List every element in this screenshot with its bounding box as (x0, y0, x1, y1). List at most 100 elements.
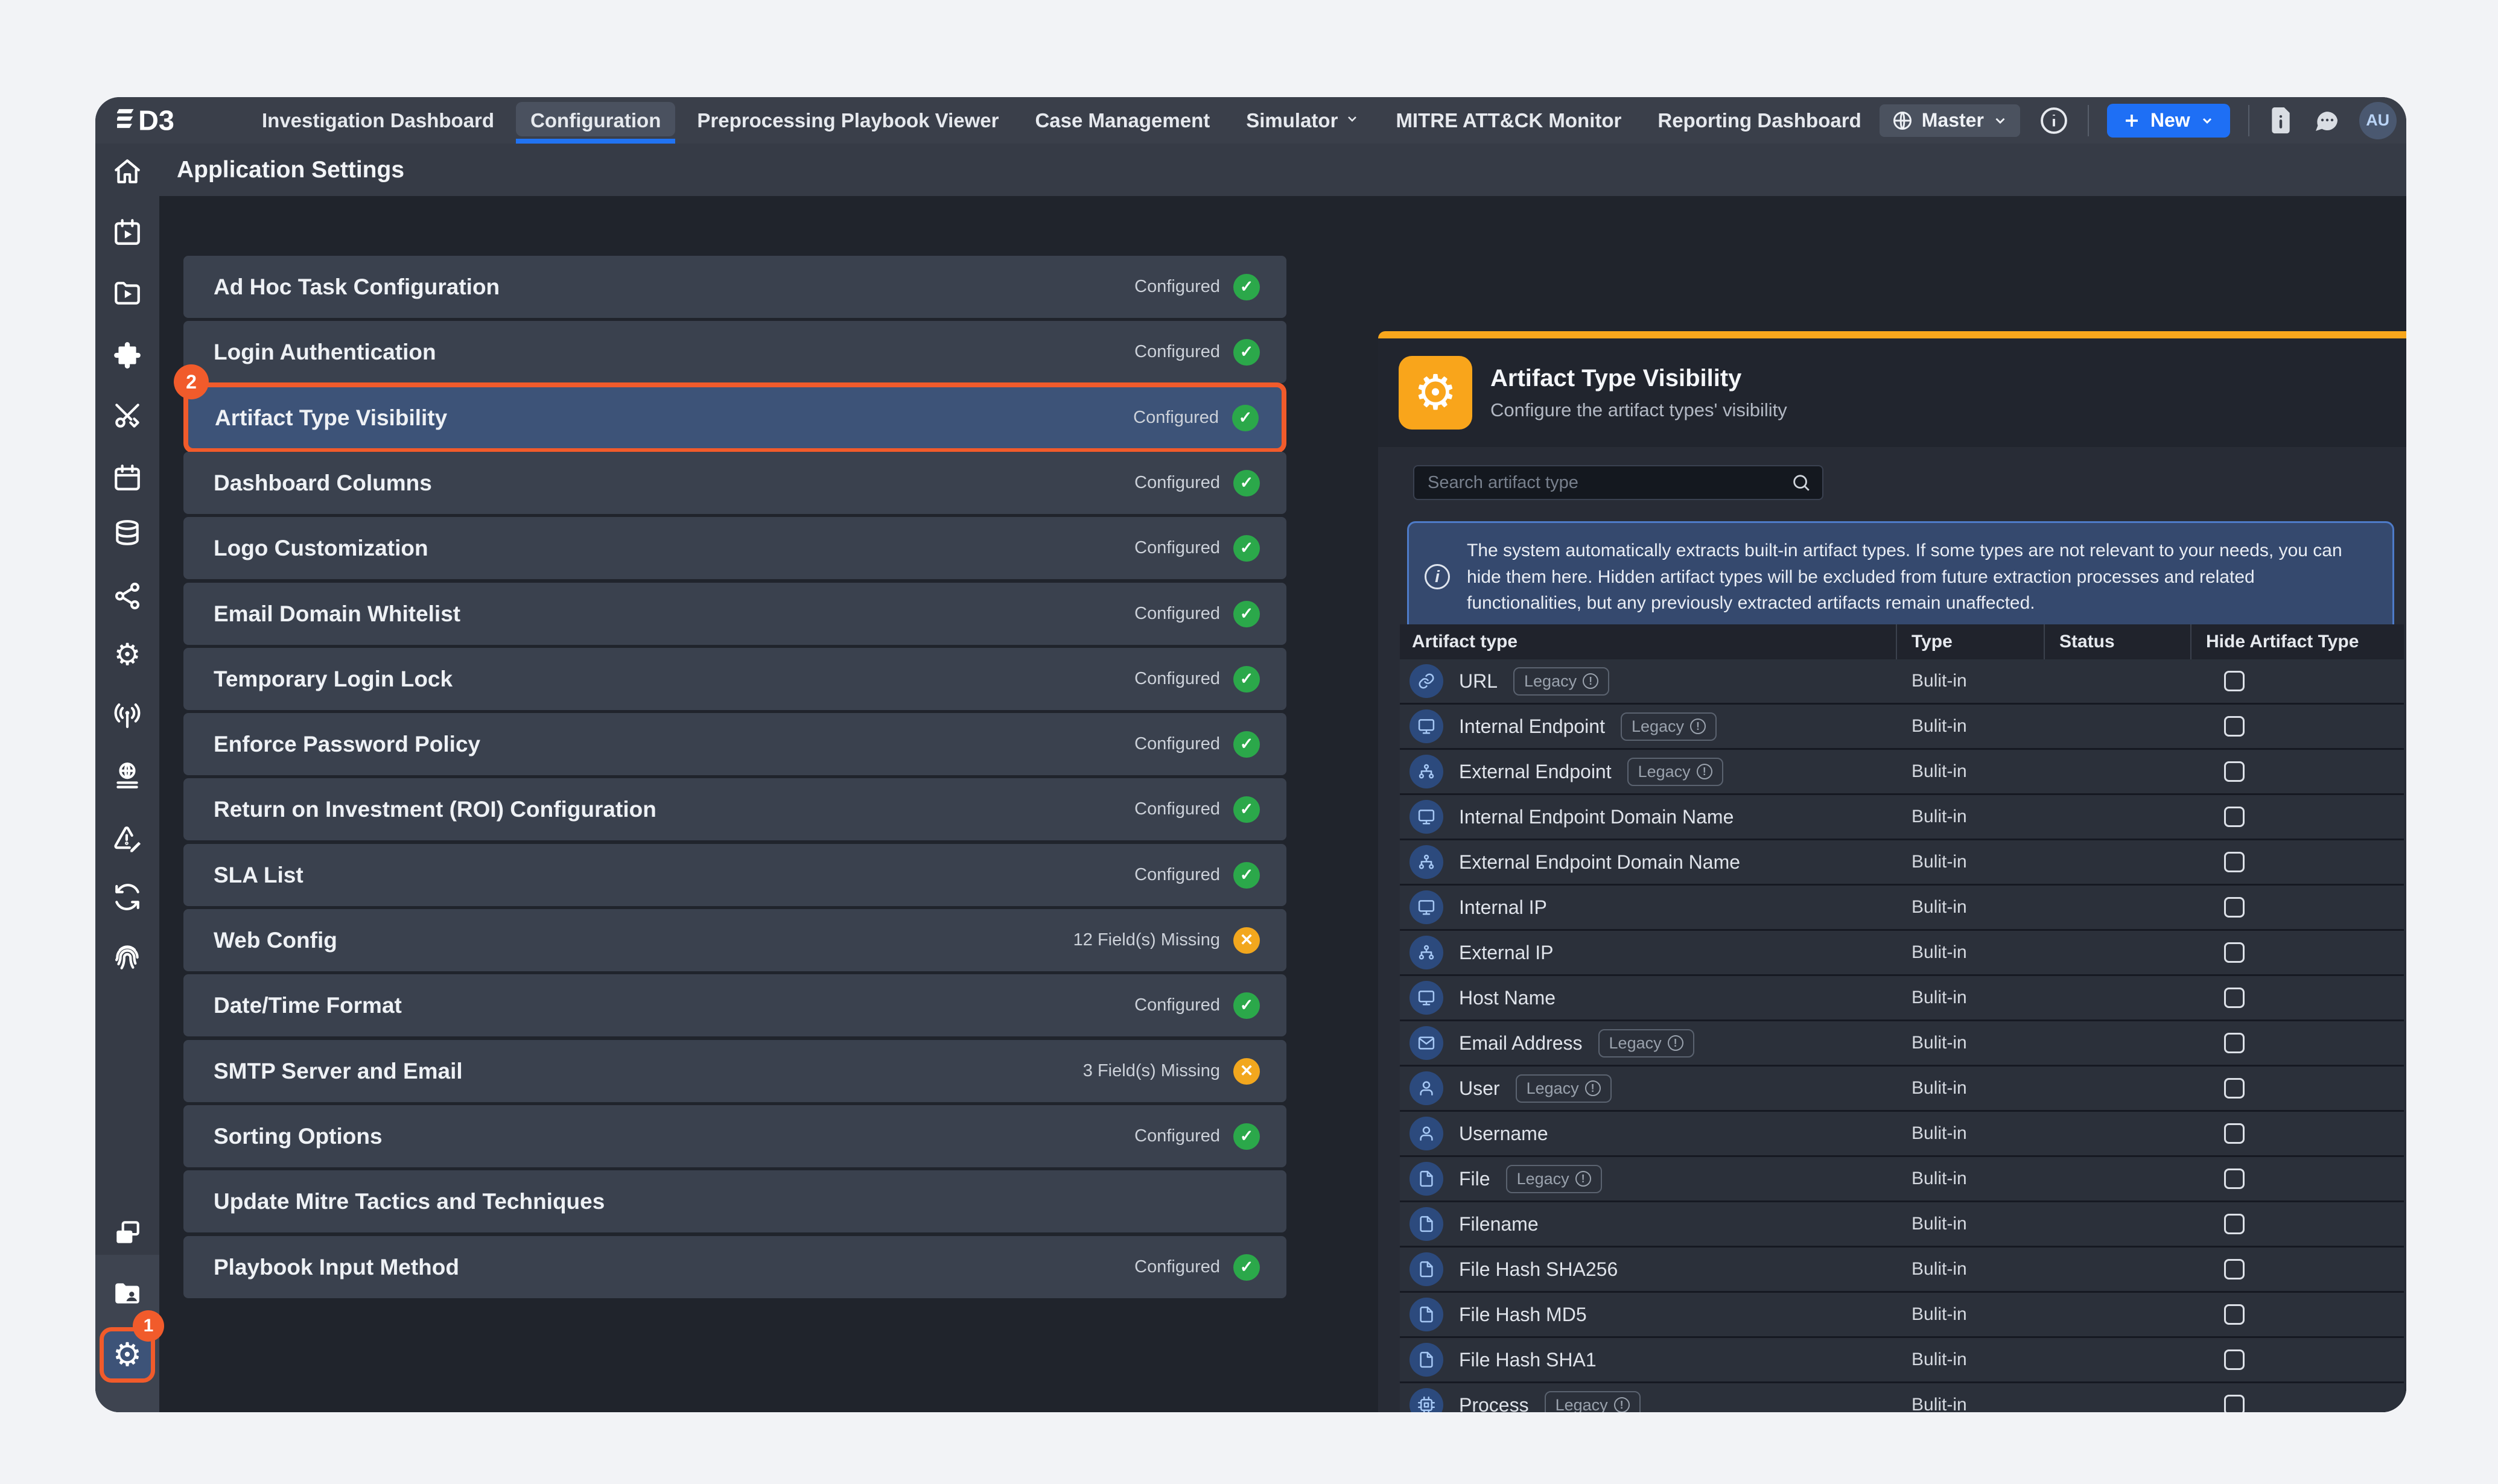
status-text: Configured (1134, 538, 1220, 558)
legacy-info-icon[interactable]: ! (1697, 764, 1712, 779)
settings-item-ad-hoc-task-configuration[interactable]: Ad Hoc Task ConfigurationConfigured✓ (183, 256, 1286, 318)
hide-artifact-checkbox[interactable] (2224, 716, 2245, 737)
hide-artifact-checkbox[interactable] (2224, 671, 2245, 691)
tab-investigation-dashboard[interactable]: Investigation Dashboard (244, 97, 512, 144)
app-window: D3 Investigation DashboardConfigurationP… (95, 97, 2406, 1412)
sidebar-item-connections[interactable] (112, 581, 142, 611)
artifact-type-kind: Bulit-in (1896, 1078, 2044, 1099)
sidebar-item-file-manager[interactable] (112, 1278, 142, 1308)
tab-case-management[interactable]: Case Management (1017, 97, 1228, 144)
tab-mitre-att-ck-monitor[interactable]: MITRE ATT&CK Monitor (1378, 97, 1639, 144)
alert-pencil-icon (112, 824, 142, 854)
settings-item-logo-customization[interactable]: Logo CustomizationConfigured✓ (183, 517, 1286, 579)
status-text: Configured (1134, 799, 1220, 819)
hide-artifact-checkbox[interactable] (2224, 807, 2245, 827)
hide-artifact-checkbox[interactable] (2224, 761, 2245, 782)
sidebar-item-web-portal[interactable] (112, 761, 142, 791)
hide-artifact-checkbox[interactable] (2224, 1123, 2245, 1144)
sidebar-item-event-schedule[interactable] (112, 217, 142, 247)
settings-item-artifact-type-visibility[interactable]: Artifact Type VisibilityConfigured✓2 (183, 382, 1286, 453)
artifact-name: External Endpoint (1459, 761, 1612, 783)
sidebar-item-playbook-viewer[interactable] (112, 278, 142, 308)
hide-artifact-checkbox[interactable] (2224, 1033, 2245, 1053)
sidebar-item-live-signal[interactable] (112, 700, 142, 731)
settings-item-title: Dashboard Columns (214, 471, 432, 496)
chat-icon[interactable] (2312, 106, 2341, 135)
settings-item-dashboard-columns[interactable]: Dashboard ColumnsConfigured✓ (183, 452, 1286, 514)
artifact-name: Internal Endpoint Domain Name (1459, 806, 1734, 828)
settings-item-date-time-format[interactable]: Date/Time FormatConfigured✓ (183, 974, 1286, 1036)
hide-artifact-checkbox[interactable] (2224, 1078, 2245, 1099)
settings-item-title: SLA List (214, 863, 304, 888)
settings-item-temporary-login-lock[interactable]: Temporary Login LockConfigured✓ (183, 648, 1286, 710)
avatar[interactable]: AU (2359, 102, 2397, 139)
tab-simulator[interactable]: Simulator (1228, 97, 1378, 144)
antenna-icon (112, 700, 142, 731)
sidebar-item-home[interactable] (112, 157, 142, 187)
settings-item-web-config[interactable]: Web Config12 Field(s) Missing✕ (183, 909, 1286, 971)
sidebar-item-windows-copy[interactable] (112, 1218, 142, 1248)
artifact-type-kind: Bulit-in (1896, 716, 2044, 737)
sidebar-item-incident-edit[interactable] (112, 824, 142, 854)
tab-configuration[interactable]: Configuration (512, 97, 679, 144)
hide-artifact-checkbox[interactable] (2224, 942, 2245, 963)
settings-item-return-on-investment-roi-configuration[interactable]: Return on Investment (ROI) Configuration… (183, 778, 1286, 840)
hide-artifact-checkbox[interactable] (2224, 852, 2245, 872)
sidebar-item-utility-tools[interactable] (112, 401, 142, 431)
tenant-selector[interactable]: Master (1880, 104, 2020, 137)
new-button[interactable]: New (2107, 104, 2230, 138)
configured-check-icon: ✓ (1233, 339, 1260, 366)
legacy-badge: Legacy! (1598, 1029, 1694, 1058)
settings-item-email-domain-whitelist[interactable]: Email Domain WhitelistConfigured✓ (183, 583, 1286, 645)
settings-item-sorting-options[interactable]: Sorting OptionsConfigured✓ (183, 1105, 1286, 1167)
hide-artifact-checkbox[interactable] (2224, 897, 2245, 918)
sidebar-item-calendar[interactable] (112, 463, 142, 493)
table-row-file-hash-md5: File Hash MD5Bulit-in (1400, 1293, 2404, 1338)
user-icon (1409, 1071, 1443, 1105)
legacy-info-icon[interactable]: ! (1614, 1397, 1630, 1412)
legacy-info-icon[interactable]: ! (1585, 1080, 1601, 1096)
legacy-info-icon[interactable]: ! (1668, 1035, 1683, 1051)
sync-icon (112, 882, 142, 912)
tab-preprocessing-playbook-viewer[interactable]: Preprocessing Playbook Viewer (679, 97, 1017, 144)
hide-artifact-checkbox[interactable] (2224, 1214, 2245, 1234)
search-input[interactable] (1426, 472, 1791, 493)
hide-artifact-checkbox[interactable] (2224, 1349, 2245, 1370)
settings-item-login-authentication[interactable]: Login AuthenticationConfigured✓ (183, 321, 1286, 383)
hide-artifact-checkbox[interactable] (2224, 1395, 2245, 1412)
legacy-info-icon[interactable]: ! (1583, 673, 1598, 689)
settings-item-playbook-input-method[interactable]: Playbook Input MethodConfigured✓ (183, 1236, 1286, 1298)
sidebar-item-sync[interactable] (112, 882, 142, 912)
tab-reporting-dashboard[interactable]: Reporting Dashboard (1639, 97, 1879, 144)
table-row-process: ProcessLegacy!Bulit-in (1400, 1383, 2404, 1412)
artifact-type-kind: Bulit-in (1896, 1395, 2044, 1412)
table-row-url: URLLegacy!Bulit-in (1400, 659, 2404, 705)
table-row-internal-endpoint-domain-name: Internal Endpoint Domain NameBulit-in (1400, 795, 2404, 840)
hide-artifact-checkbox[interactable] (2224, 988, 2245, 1008)
legacy-info-icon[interactable]: ! (1690, 718, 1706, 734)
status-text: Configured (1134, 277, 1220, 297)
settings-item-smtp-server-and-email[interactable]: SMTP Server and Email3 Field(s) Missing✕ (183, 1040, 1286, 1102)
calendar-icon (112, 463, 142, 493)
sidebar-item-data-management[interactable] (112, 519, 142, 549)
settings-item-update-mitre-tactics-and-techniques[interactable]: Update Mitre Tactics and Techniques (183, 1170, 1286, 1232)
settings-item-enforce-password-policy[interactable]: Enforce Password PolicyConfigured✓ (183, 713, 1286, 775)
link-icon (1409, 664, 1443, 698)
settings-item-sla-list[interactable]: SLA ListConfigured✓ (183, 844, 1286, 906)
release-notes-icon[interactable] (2268, 106, 2294, 136)
artifact-name: Process (1459, 1394, 1529, 1413)
d3-logo[interactable]: D3 (117, 97, 208, 144)
nav-tabs: Investigation DashboardConfigurationPrep… (244, 97, 1880, 144)
info-circle-icon[interactable] (2038, 105, 2070, 136)
sidebar-item-api-settings[interactable]: ⚙ (114, 637, 141, 672)
hide-artifact-checkbox[interactable] (2224, 1304, 2245, 1325)
hide-artifact-checkbox[interactable] (2224, 1259, 2245, 1279)
search-icon[interactable] (1791, 472, 1811, 493)
file-icon (1409, 1298, 1443, 1331)
legacy-info-icon[interactable]: ! (1575, 1171, 1591, 1187)
sidebar-item-integrations[interactable] (112, 340, 142, 370)
hide-artifact-checkbox[interactable] (2224, 1168, 2245, 1189)
sidebar-item-fingerprint-auth[interactable] (112, 941, 142, 971)
content-area: Ad Hoc Task ConfigurationConfigured✓Logi… (159, 196, 2406, 1412)
folder-play-icon (112, 278, 142, 308)
